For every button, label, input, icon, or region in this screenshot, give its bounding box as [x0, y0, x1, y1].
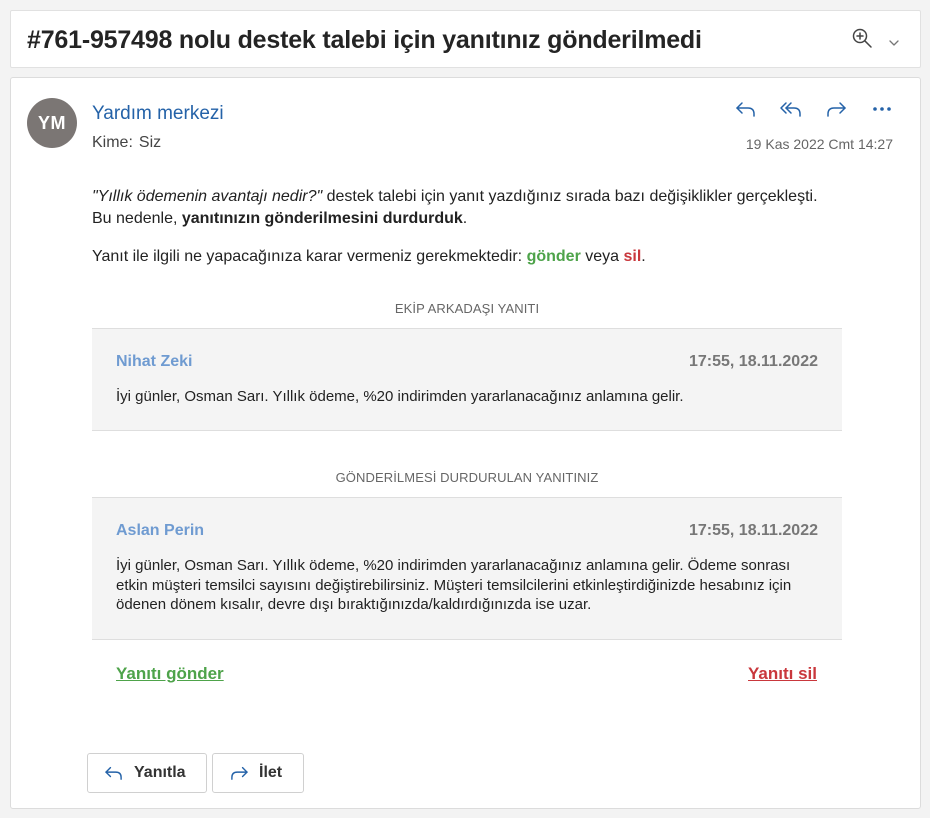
chevron-down-icon[interactable] [888, 36, 900, 48]
forward-icon[interactable] [823, 96, 849, 122]
your-reply-text: İyi günler, Osman Sarı. Yıllık ödeme, %2… [116, 557, 792, 613]
zoom-in-icon[interactable] [851, 27, 875, 51]
reply-icon [105, 766, 122, 780]
reply-button-label: Yanıtla [134, 764, 186, 781]
avatar: YM [27, 98, 77, 148]
to-value: Siz [138, 134, 162, 151]
teammate-reply-text: İyi günler, Osman Sarı. Yıllık ödeme, %2… [116, 388, 684, 405]
question-quote: "Yıllık ödemenin avantajı nedir?" [92, 188, 323, 205]
teammate-reply-label: EKİP ARKADAŞI YANITI [394, 301, 540, 316]
to-label: Kime: [92, 134, 133, 151]
delete-word: sil [623, 248, 642, 265]
forward-button[interactable]: İlet [212, 753, 304, 793]
stopped-notice: yanıtınızın gönderilmesini durdurduk [181, 210, 463, 227]
subject-bar: #761-957498 nolu destek talebi için yanı… [10, 10, 921, 68]
message-panel: YM Yardım merkezi Kime: Siz 19 Kas 2022 C… [10, 77, 921, 809]
recipient-line: Kime: Siz [92, 134, 161, 152]
intro-end: . [462, 210, 468, 227]
stopped-reply-card: Aslan Perin 17:55, 18.11.2022 İyi günler… [92, 497, 842, 640]
message-date: 19 Kas 2022 Cmt 14:27 [745, 136, 893, 152]
sender-name[interactable]: Yardım merkezi [92, 103, 224, 125]
stopped-reply-label: GÖNDERİLMESİ DURDURULAN YANITINIZ [335, 470, 599, 485]
forward-button-label: İlet [259, 764, 283, 781]
your-reply-time: 17:55, 18.11.2022 [688, 522, 818, 539]
intro-paragraph: "Yıllık ödemenin avantajı nedir?" destek… [92, 186, 832, 230]
forward-icon [231, 766, 248, 780]
reply-icon[interactable] [733, 96, 759, 122]
decision-text: Yanıt ile ilgili ne yapacağınıza karar v… [92, 248, 527, 265]
decision-paragraph: Yanıt ile ilgili ne yapacağınıza karar v… [92, 248, 852, 266]
delete-reply-link[interactable]: Yanıtı sil [748, 664, 817, 684]
send-reply-link[interactable]: Yanıtı gönder [116, 664, 224, 684]
reply-all-icon[interactable] [778, 96, 804, 122]
or-word: veya [580, 248, 624, 265]
more-icon[interactable] [869, 96, 895, 122]
decision-end: . [641, 248, 646, 265]
send-word: gönder [526, 248, 581, 265]
teammate-reply-time: 17:55, 18.11.2022 [688, 353, 818, 370]
reply-button[interactable]: Yanıtla [87, 753, 207, 793]
subject-title: #761-957498 nolu destek talebi için yanı… [27, 26, 702, 54]
your-name: Aslan Perin [116, 522, 205, 539]
teammate-name: Nihat Zeki [116, 353, 193, 370]
teammate-reply-card: Nihat Zeki 17:55, 18.11.2022 İyi günler,… [92, 328, 842, 431]
